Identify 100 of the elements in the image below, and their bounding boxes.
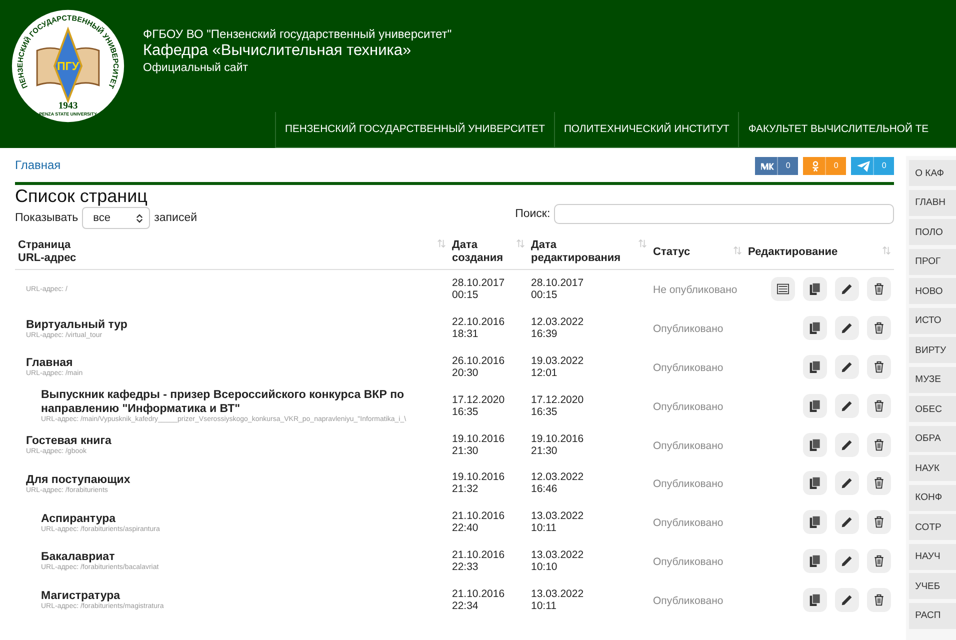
trash-icon <box>873 594 886 606</box>
delete-button[interactable] <box>867 394 892 418</box>
copy-button[interactable] <box>803 588 828 612</box>
copy-button[interactable] <box>803 510 828 534</box>
delete-button[interactable] <box>867 588 892 612</box>
edit-button[interactable] <box>835 277 860 302</box>
status-text: Опубликовано <box>653 400 724 413</box>
nav-link[interactable]: ПЕНЗЕНСКИЙ ГОСУДАРСТВЕННЫЙ УНИВЕРСИТЕТ <box>275 112 554 147</box>
search-label: Поиск: <box>515 208 550 220</box>
column-header[interactable]: Страница URL-адрес <box>18 239 76 265</box>
page-title[interactable]: Бакалавриат <box>41 550 446 564</box>
search-field[interactable] <box>554 204 894 224</box>
created-date: 21.10.2016 22:34 <box>452 588 506 612</box>
sidebar-item[interactable]: О КАФ <box>909 160 956 186</box>
edited-date: 12.03.2022 16:39 <box>531 316 585 340</box>
status-text: Опубликовано <box>653 478 724 490</box>
created-date: 28.10.2017 00:15 <box>452 277 506 302</box>
list-view-button[interactable] <box>771 277 796 302</box>
copy-button[interactable] <box>803 316 828 340</box>
sidebar-item[interactable]: ОБЕС <box>909 396 956 422</box>
trash-icon <box>873 554 886 567</box>
page-title[interactable]: Аспирантура <box>41 512 446 526</box>
edit-button[interactable] <box>835 354 860 379</box>
pencil-icon <box>841 400 854 412</box>
copy-icon <box>809 400 822 412</box>
edit-button[interactable] <box>835 588 860 612</box>
pencil-icon <box>841 554 854 567</box>
pencil-icon <box>841 322 854 334</box>
sidebar-item[interactable]: ИСТО <box>909 308 956 334</box>
sidebar-item[interactable]: СОТР <box>909 514 956 540</box>
sort-icon <box>437 239 446 248</box>
sidebar-item[interactable]: НАУК <box>909 455 956 481</box>
column-header[interactable]: Дата создания <box>452 239 504 265</box>
edit-button[interactable] <box>835 394 860 418</box>
nav-link[interactable]: ПОЛИТЕХНИЧЕСКИЙ ИНСТИТУТ <box>554 112 738 147</box>
sidebar-item[interactable]: ГЛАВН <box>909 190 956 216</box>
sidebar-item[interactable]: ПОЛО <box>909 219 956 245</box>
organization-name: ФГБОУ ВО "Пензенский государственный университет" <box>143 27 452 41</box>
delete-button[interactable] <box>867 354 892 379</box>
pencil-icon <box>841 516 854 528</box>
delete-button[interactable] <box>867 510 892 534</box>
pencil-icon <box>841 438 854 451</box>
column-header[interactable]: Статус <box>653 246 690 258</box>
site-subtitle: Официальный сайт <box>143 62 250 74</box>
status-text: Опубликовано <box>653 323 724 336</box>
pencil-icon <box>841 283 854 296</box>
edit-button[interactable] <box>835 471 860 496</box>
page-heading: Список страниц <box>15 186 148 207</box>
edited-date: 28.10.2017 00:15 <box>531 277 585 302</box>
list-icon <box>777 283 790 296</box>
copy-button[interactable] <box>803 277 828 302</box>
sidebar-item[interactable]: ОБРА <box>909 426 956 452</box>
created-date: 19.10.2016 21:30 <box>452 432 506 457</box>
page-title[interactable]: Гостевая книга <box>26 434 446 448</box>
edit-button[interactable] <box>835 316 860 340</box>
edit-button[interactable] <box>835 510 860 534</box>
edit-button[interactable] <box>835 548 860 573</box>
nav-link[interactable]: ФАКУЛЬТЕТ ВЫЧИСЛИТЕЛЬНОЙ ТЕ <box>738 112 938 147</box>
copy-button[interactable] <box>803 471 828 496</box>
length-label: Показывать <box>15 212 78 224</box>
trash-icon <box>873 360 886 373</box>
delete-button[interactable] <box>867 471 892 496</box>
trash-icon <box>873 516 886 528</box>
sidebar-item[interactable]: УЧЕБ <box>909 573 956 599</box>
status-text: Опубликовано <box>653 440 724 452</box>
page-length-select[interactable]: все <box>82 207 150 229</box>
sort-icon <box>733 246 742 254</box>
copy-button[interactable] <box>803 432 828 457</box>
copy-icon <box>809 322 822 334</box>
breadcrumb-link[interactable]: Главная <box>15 158 61 172</box>
page-title[interactable]: Для поступающих <box>26 472 446 487</box>
copy-icon <box>809 438 822 451</box>
pencil-icon <box>841 360 854 373</box>
site-title: Кафедра «Вычислительная техника» <box>143 42 412 60</box>
edit-button[interactable] <box>835 432 860 457</box>
logo-icon <box>761 160 774 172</box>
page-title[interactable]: Выпускник кафедры - призер Всероссийского конкурса ВКР по направлению "Информатика и ВТ" <box>41 388 446 416</box>
copy-button[interactable] <box>803 354 828 379</box>
sidebar-item[interactable]: НОВО <box>909 278 956 304</box>
column-header[interactable]: Редактирование <box>748 246 838 258</box>
share-button[interactable]: 0 <box>755 157 798 175</box>
sidebar-item[interactable]: КОНФ <box>909 484 956 510</box>
delete-button[interactable] <box>867 548 892 573</box>
page-title[interactable]: Магистратура <box>41 589 446 604</box>
column-header[interactable]: Дата редактирования <box>531 239 621 265</box>
sidebar-item[interactable]: ПРОГ <box>909 248 956 274</box>
sidebar-item[interactable]: РАСП <box>909 602 956 628</box>
sidebar-item[interactable]: МУЗЕ <box>909 366 956 392</box>
created-date: 22.10.2016 18:31 <box>452 316 506 340</box>
page-title[interactable]: Главная <box>26 356 446 370</box>
delete-button[interactable] <box>867 316 892 340</box>
copy-button[interactable] <box>803 548 828 573</box>
sidebar-item[interactable]: НАУЧ <box>909 544 956 570</box>
delete-button[interactable] <box>867 432 892 457</box>
edited-date: 12.03.2022 16:46 <box>531 471 585 496</box>
sidebar-item[interactable]: ВИРТУ <box>909 337 956 363</box>
delete-button[interactable] <box>867 277 892 302</box>
page-title[interactable]: Виртуальный тур <box>26 318 446 332</box>
copy-button[interactable] <box>803 394 828 418</box>
status-text: Опубликовано <box>653 517 724 530</box>
